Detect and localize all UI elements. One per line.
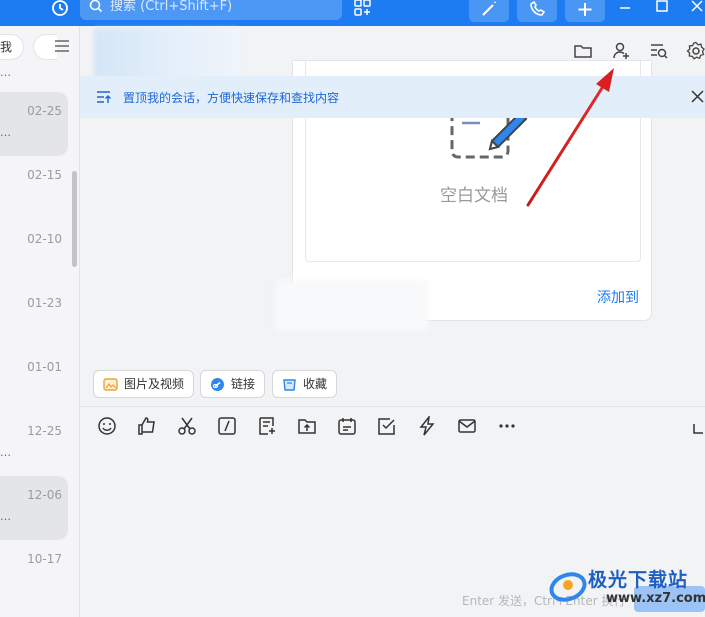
sidebar-scrollbar[interactable] bbox=[72, 171, 77, 267]
slash-command-icon[interactable] bbox=[217, 416, 237, 436]
conversation-date: 01-23 bbox=[27, 296, 62, 310]
conversation-date: 01-01 bbox=[27, 360, 62, 374]
calendar-icon[interactable] bbox=[337, 416, 357, 436]
blurred-content bbox=[276, 280, 428, 330]
conversation-item[interactable]: 01-23 bbox=[0, 284, 68, 348]
sidebar-tab-me[interactable]: 我 bbox=[0, 34, 24, 60]
maximize-icon[interactable] bbox=[654, 0, 670, 16]
minimize-icon[interactable] bbox=[617, 0, 633, 16]
pin-top-icon bbox=[97, 91, 111, 103]
link-chip-label: 链接 bbox=[231, 377, 256, 391]
folder-icon[interactable] bbox=[573, 41, 593, 61]
conversation-item[interactable]: 02-10 bbox=[0, 220, 68, 284]
watermark-title: 极光下载站 bbox=[588, 569, 689, 591]
media-chip[interactable]: 图片及视频 bbox=[93, 370, 195, 398]
lightning-icon[interactable] bbox=[417, 416, 437, 436]
apps-icon[interactable] bbox=[354, 0, 372, 18]
conversation-item[interactable]: 12-25 … bbox=[0, 412, 68, 476]
conversation-item[interactable]: 02-15 bbox=[0, 156, 68, 220]
conversation-item[interactable]: 10-17 bbox=[0, 540, 68, 604]
watermark-url: www.xz7.com bbox=[606, 591, 705, 606]
close-icon[interactable] bbox=[689, 0, 705, 16]
add-member-icon[interactable] bbox=[611, 41, 631, 61]
like-icon[interactable] bbox=[137, 416, 157, 436]
conversation-date: 02-10 bbox=[27, 232, 62, 246]
search-icon bbox=[89, 0, 103, 13]
avatar[interactable] bbox=[94, 28, 240, 80]
expand-icon[interactable] bbox=[691, 416, 705, 436]
upload-icon[interactable] bbox=[297, 416, 317, 436]
conversation-item[interactable]: 12-06 … bbox=[0, 476, 68, 540]
favorites-chip-label: 收藏 bbox=[303, 377, 328, 391]
sidebar-tab-label: 我 bbox=[0, 40, 13, 54]
conversation-date: 02-15 bbox=[27, 168, 62, 182]
add-to-button[interactable]: 添加到 bbox=[597, 287, 639, 307]
emoji-icon[interactable] bbox=[97, 416, 117, 436]
search-input[interactable]: 搜索 (Ctrl+Shift+F) bbox=[80, 0, 342, 20]
magic-wand-icon bbox=[482, 1, 496, 16]
list-item-preview: … bbox=[0, 66, 11, 79]
plus-icon bbox=[578, 3, 592, 16]
note-icon[interactable] bbox=[257, 416, 277, 436]
search-history-icon[interactable] bbox=[649, 41, 669, 61]
call-button[interactable] bbox=[517, 0, 557, 22]
favorites-chip[interactable]: 收藏 bbox=[272, 370, 338, 398]
title-bar: 搜索 (Ctrl+Shift+F) bbox=[0, 0, 705, 26]
task-icon[interactable] bbox=[377, 416, 397, 436]
banner-text: 置顶我的会话，方便快速保存和查找内容 bbox=[123, 91, 340, 105]
conversation-date: 12-06 bbox=[27, 488, 62, 502]
sidebar-tab-toggle[interactable] bbox=[33, 34, 57, 60]
list-item-preview: … bbox=[0, 446, 11, 459]
blank-document-label: 空白文档 bbox=[440, 186, 508, 206]
mail-icon[interactable] bbox=[457, 416, 477, 436]
pin-tip-banner: 置顶我的会话，方便快速保存和查找内容 bbox=[80, 76, 705, 118]
settings-icon[interactable] bbox=[686, 41, 705, 61]
list-item-preview: … bbox=[0, 510, 11, 523]
close-icon[interactable] bbox=[691, 90, 704, 103]
link-chip[interactable]: 链接 bbox=[200, 370, 266, 398]
magic-wand-button[interactable] bbox=[469, 0, 509, 22]
menu-icon[interactable] bbox=[55, 40, 69, 52]
conversation-item[interactable]: 02-25 … bbox=[0, 92, 68, 156]
search-placeholder: 搜索 (Ctrl+Shift+F) bbox=[110, 0, 233, 14]
history-icon[interactable] bbox=[50, 0, 70, 20]
watermark-logo-icon bbox=[549, 572, 587, 602]
scissors-icon[interactable] bbox=[177, 416, 197, 436]
input-divider bbox=[80, 406, 705, 407]
link-icon bbox=[211, 378, 224, 391]
favorites-icon bbox=[283, 379, 296, 391]
conversation-sidebar: 我 … 02-25 … 02-15 02-10 01-23 01-01 12-25… bbox=[0, 26, 80, 617]
new-button[interactable] bbox=[565, 0, 605, 22]
more-icon[interactable] bbox=[497, 416, 517, 436]
image-icon bbox=[103, 378, 118, 391]
phone-icon bbox=[530, 0, 546, 16]
media-chip-label: 图片及视频 bbox=[124, 377, 185, 391]
conversation-date: 02-25 bbox=[27, 104, 62, 118]
list-item-preview: … bbox=[0, 126, 11, 139]
watermark: 极光下载站 www.xz7.com bbox=[548, 563, 705, 613]
conversation-item[interactable]: 01-01 bbox=[0, 348, 68, 412]
conversation-date: 10-17 bbox=[27, 552, 62, 566]
conversation-date: 12-25 bbox=[27, 424, 62, 438]
